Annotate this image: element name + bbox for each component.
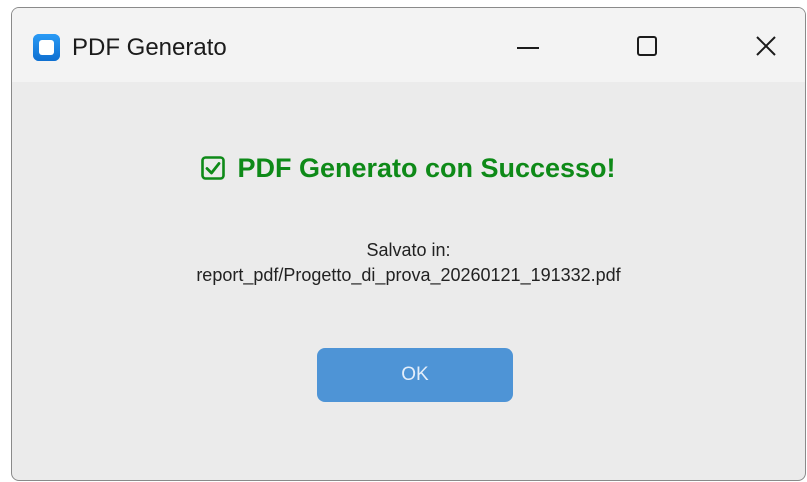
maximize-button[interactable] xyxy=(607,8,687,82)
minimize-icon xyxy=(517,47,539,49)
dialog-window: PDF Generato PDF Generato con Successo! … xyxy=(11,7,806,481)
saved-path: report_pdf/Progetto_di_prova_20260121_19… xyxy=(196,265,621,285)
success-message: PDF Generato con Successo! xyxy=(237,153,616,183)
ok-button[interactable]: OK xyxy=(317,348,513,402)
saved-location: Salvato in: report_pdf/Progetto_di_prova… xyxy=(12,238,805,288)
check-box-icon xyxy=(201,156,226,180)
success-headline: PDF Generato con Successo! xyxy=(12,152,805,184)
dialog-content: PDF Generato con Successo! Salvato in: r… xyxy=(12,82,805,480)
window-title: PDF Generato xyxy=(72,34,227,61)
title-bar[interactable]: PDF Generato xyxy=(12,8,805,82)
close-button[interactable] xyxy=(727,8,805,82)
minimize-button[interactable] xyxy=(487,8,567,82)
maximize-icon xyxy=(637,36,657,56)
app-icon xyxy=(33,34,60,61)
close-icon xyxy=(756,36,776,56)
saved-label: Salvato in: xyxy=(366,240,451,260)
